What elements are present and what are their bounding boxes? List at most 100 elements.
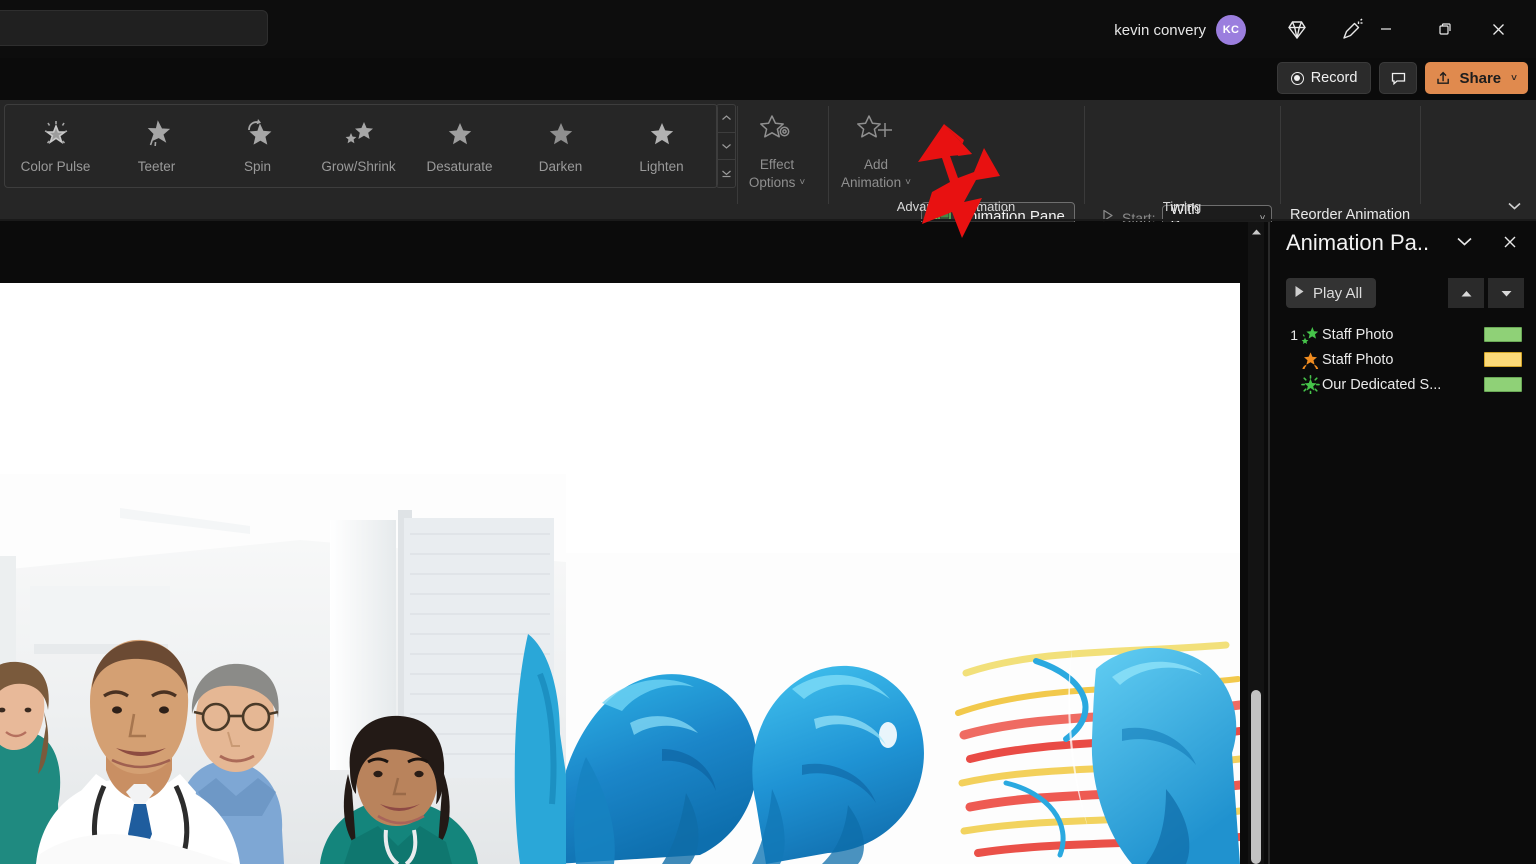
effect-options-icon bbox=[756, 110, 798, 155]
animation-item-label: Staff Photo bbox=[1322, 352, 1484, 368]
record-dot-icon bbox=[1291, 72, 1304, 85]
animation-move-up-button[interactable] bbox=[1448, 278, 1484, 308]
animation-timing-bar[interactable] bbox=[1484, 327, 1522, 342]
animation-list: 1 Staff Photo bbox=[1286, 322, 1522, 397]
star-grow-shrink-icon bbox=[339, 113, 379, 155]
effect-spin[interactable]: Spin bbox=[207, 105, 308, 187]
close-icon bbox=[1502, 234, 1518, 250]
group-divider bbox=[1420, 106, 1421, 204]
gallery-more-button[interactable] bbox=[717, 160, 735, 187]
group-divider bbox=[737, 106, 738, 204]
animation-item-label: Staff Photo bbox=[1322, 327, 1484, 343]
effect-label: Grow/Shrink bbox=[321, 159, 395, 174]
effect-label: Darken bbox=[539, 159, 583, 174]
scrollbar-up-button[interactable] bbox=[1248, 224, 1264, 240]
triangle-down-icon bbox=[1500, 289, 1513, 298]
title-bar: kevin convery KC bbox=[0, 0, 1536, 58]
record-label: Record bbox=[1311, 70, 1358, 86]
comments-button[interactable] bbox=[1379, 62, 1417, 94]
quick-access-search-box[interactable] bbox=[0, 10, 268, 46]
chevron-down-icon bbox=[1456, 236, 1473, 247]
blue-gloves-photo[interactable] bbox=[566, 553, 1240, 864]
play-all-button[interactable]: Play All bbox=[1286, 278, 1376, 308]
ribbon: Color Pulse Teeter bbox=[0, 100, 1536, 220]
scrollbar-thumb[interactable] bbox=[1251, 690, 1261, 864]
command-bar: Record Share ˅ bbox=[1277, 60, 1528, 96]
timing-group-label: Timing bbox=[1084, 199, 1280, 214]
close-button[interactable] bbox=[1476, 12, 1520, 46]
effect-desaturate[interactable]: Desaturate bbox=[409, 105, 510, 187]
play-all-label: Play All bbox=[1313, 285, 1362, 302]
share-caret-icon[interactable]: ˅ bbox=[1511, 73, 1517, 84]
group-divider bbox=[1084, 106, 1085, 204]
gallery-scroll-down-button[interactable] bbox=[717, 133, 735, 161]
effect-darken[interactable]: Darken bbox=[510, 105, 611, 187]
medical-staff-photo[interactable] bbox=[0, 474, 566, 864]
animation-pane: Animation Pa.. Play All 1 bbox=[1270, 222, 1536, 864]
star-pulse-icon bbox=[36, 113, 76, 155]
slide-canvas[interactable] bbox=[0, 283, 1240, 864]
share-button[interactable]: Share ˅ bbox=[1425, 62, 1528, 94]
record-button[interactable]: Record bbox=[1277, 62, 1372, 94]
triangle-up-icon bbox=[1460, 289, 1473, 298]
green-sparkle-star-icon bbox=[1298, 325, 1322, 344]
list-item[interactable]: Staff Photo bbox=[1286, 347, 1522, 372]
comment-bubble-icon bbox=[1390, 70, 1407, 87]
effect-options-label-line1: Effect bbox=[760, 157, 794, 173]
animation-move-down-button[interactable] bbox=[1488, 278, 1524, 308]
effect-label: Spin bbox=[244, 159, 271, 174]
star-lighten-icon bbox=[642, 113, 682, 155]
group-divider bbox=[828, 106, 829, 204]
star-spin-icon bbox=[238, 113, 278, 155]
animation-effects-gallery[interactable]: Color Pulse Teeter bbox=[4, 104, 718, 188]
animation-pane-close-button[interactable] bbox=[1502, 234, 1518, 255]
minimize-button[interactable] bbox=[1364, 12, 1408, 46]
effect-grow-shrink[interactable]: Grow/Shrink bbox=[308, 105, 409, 187]
gallery-scroll-up-button[interactable] bbox=[717, 105, 735, 133]
animation-pane-options-chevron[interactable] bbox=[1456, 234, 1473, 252]
green-burst-star-icon bbox=[1298, 375, 1322, 394]
effect-options-label-line2: Options bbox=[749, 175, 796, 191]
add-animation-icon bbox=[853, 110, 899, 155]
add-animation-button[interactable]: Add Animation ˅ bbox=[838, 106, 914, 198]
slide-work-area bbox=[0, 222, 1270, 864]
chevron-down-icon[interactable]: ˅ bbox=[799, 175, 805, 191]
ribbon-collapse-button[interactable] bbox=[1507, 200, 1522, 214]
effect-label: Color Pulse bbox=[21, 159, 91, 174]
triangle-up-icon bbox=[1251, 228, 1262, 236]
add-animation-label-line2: Animation bbox=[841, 175, 901, 191]
animation-item-label: Our Dedicated S... bbox=[1322, 377, 1484, 393]
advanced-animation-group-label: Advanced Animation bbox=[828, 199, 1084, 214]
effect-label: Teeter bbox=[138, 159, 176, 174]
avatar[interactable]: KC bbox=[1216, 15, 1246, 45]
gallery-scroll-buttons[interactable] bbox=[716, 104, 736, 188]
share-label: Share bbox=[1459, 70, 1501, 87]
effect-options-button[interactable]: Effect Options ˅ bbox=[742, 106, 812, 198]
list-item[interactable]: Our Dedicated S... bbox=[1286, 372, 1522, 397]
star-teeter-icon bbox=[137, 113, 177, 155]
ribbon-bottom-edge bbox=[0, 219, 1536, 221]
effect-teeter[interactable]: Teeter bbox=[106, 105, 207, 187]
user-account-block[interactable]: kevin convery KC bbox=[1114, 14, 1246, 46]
orange-motion-star-icon bbox=[1298, 350, 1322, 369]
slide-vertical-scrollbar[interactable] bbox=[1248, 222, 1264, 864]
chevron-down-icon bbox=[1507, 201, 1522, 211]
chevron-down-icon[interactable]: ˅ bbox=[905, 175, 911, 191]
effect-label: Desaturate bbox=[426, 159, 492, 174]
animation-index: 1 bbox=[1286, 327, 1298, 343]
animation-timing-bar[interactable] bbox=[1484, 352, 1522, 367]
animation-timing-bar[interactable] bbox=[1484, 377, 1522, 392]
effect-color-pulse[interactable]: Color Pulse bbox=[5, 105, 106, 187]
play-triangle-icon bbox=[1294, 285, 1305, 302]
list-item[interactable]: 1 Staff Photo bbox=[1286, 322, 1522, 347]
powerpoint-window: kevin convery KC bbox=[0, 0, 1536, 864]
diamond-icon[interactable] bbox=[1280, 14, 1314, 46]
star-desaturate-icon bbox=[440, 113, 480, 155]
star-darken-icon bbox=[541, 113, 581, 155]
add-animation-label-line1: Add bbox=[864, 157, 888, 173]
animation-pane-title: Animation Pa.. bbox=[1286, 230, 1429, 256]
user-name-label: kevin convery bbox=[1114, 22, 1206, 39]
effect-label: Lighten bbox=[639, 159, 683, 174]
effect-lighten[interactable]: Lighten bbox=[611, 105, 712, 187]
restore-button[interactable] bbox=[1423, 12, 1467, 46]
